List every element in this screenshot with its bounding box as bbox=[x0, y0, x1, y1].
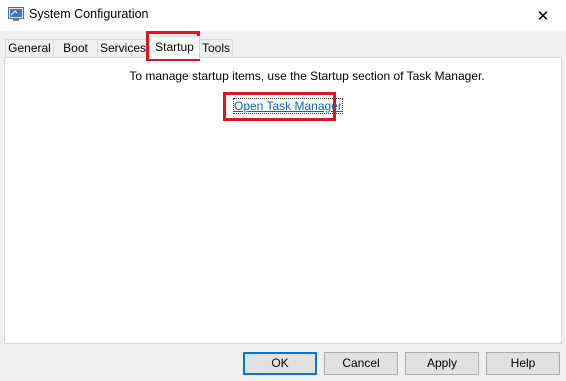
help-button[interactable]: Help bbox=[486, 352, 560, 375]
title-bar: System Configuration ✕ bbox=[0, 0, 566, 31]
apply-button[interactable]: Apply bbox=[405, 352, 479, 375]
tab-general[interactable]: General bbox=[5, 39, 54, 58]
msconfig-icon bbox=[8, 7, 24, 22]
tab-strip: General Boot Services Startup Tools bbox=[4, 36, 564, 59]
close-button[interactable]: ✕ bbox=[520, 0, 566, 31]
tab-boot[interactable]: Boot bbox=[53, 39, 98, 58]
close-icon: ✕ bbox=[536, 6, 550, 25]
tab-startup[interactable]: Startup bbox=[149, 36, 200, 59]
tab-tools[interactable]: Tools bbox=[199, 39, 233, 58]
ok-button[interactable]: OK bbox=[243, 352, 317, 375]
cancel-button[interactable]: Cancel bbox=[324, 352, 398, 375]
startup-info-text: To manage startup items, use the Startup… bbox=[129, 69, 485, 83]
window-title: System Configuration bbox=[29, 7, 149, 21]
tab-services[interactable]: Services bbox=[97, 39, 149, 58]
open-task-manager-link[interactable]: Open Task Manager bbox=[233, 98, 343, 114]
startup-panel: To manage startup items, use the Startup… bbox=[4, 57, 562, 344]
